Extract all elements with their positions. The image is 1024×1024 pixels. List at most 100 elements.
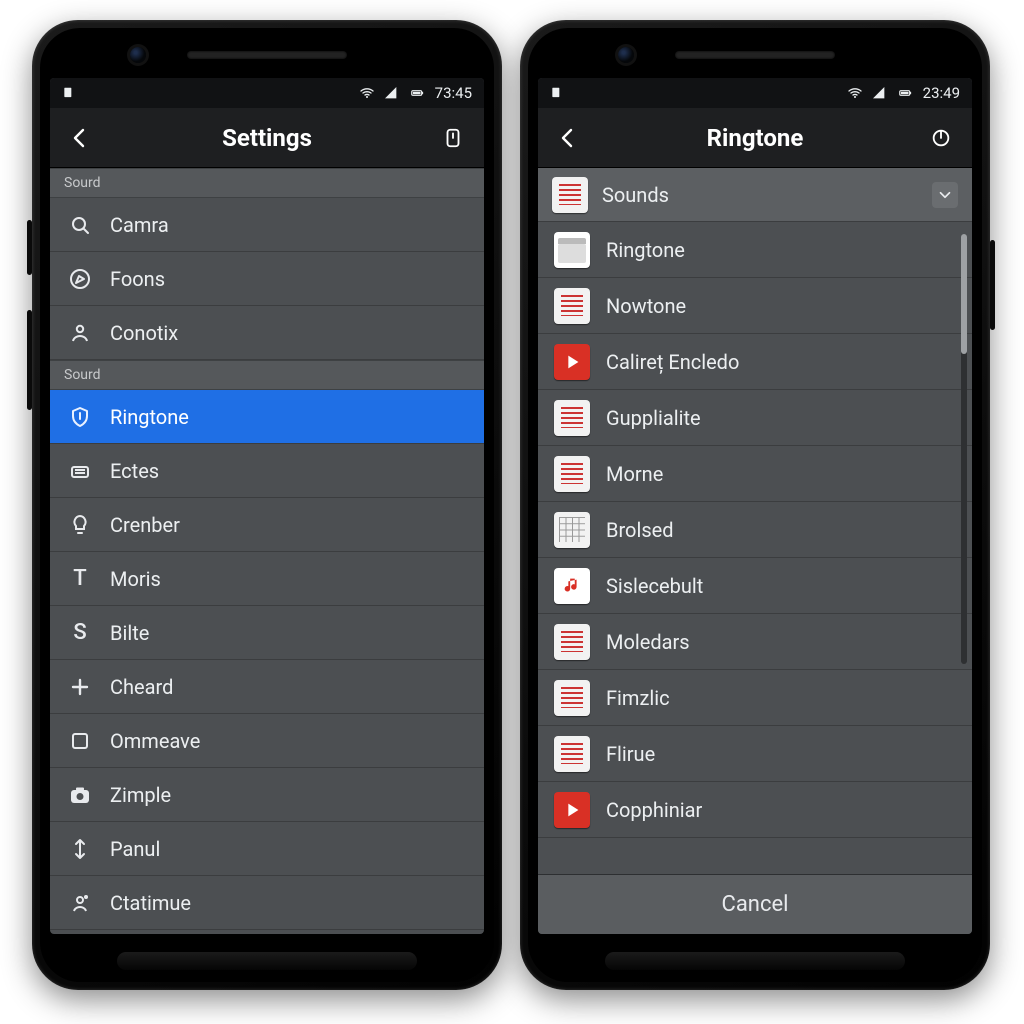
ringtone-item[interactable]: Morne: [538, 446, 972, 502]
settings-item-camra[interactable]: Camra: [50, 198, 484, 252]
section-header: Sourd: [50, 360, 484, 390]
ringtone-item-label: Copphiniar: [606, 798, 702, 822]
power-button[interactable]: [924, 121, 958, 155]
settings-item-label: Panul: [110, 837, 160, 861]
settings-item-label: Camra: [110, 213, 169, 237]
cancel-button[interactable]: Cancel: [538, 874, 972, 934]
scrollbar[interactable]: [961, 234, 967, 664]
back-button[interactable]: [552, 121, 586, 155]
ringtone-item[interactable]: Fimzlic: [538, 670, 972, 726]
settings-item-conotix[interactable]: Conotix: [50, 306, 484, 360]
ringtone-item-label: Morne: [606, 462, 663, 486]
folder-icon: [554, 232, 590, 268]
ringtone-item[interactable]: Sislecebult: [538, 558, 972, 614]
settings-item-ctatimue[interactable]: Ctatimue: [50, 876, 484, 930]
settings-item-moris[interactable]: T Moris: [50, 552, 484, 606]
settings-item-label: Ectes: [110, 459, 159, 483]
settings-item-label: Ctatimue: [110, 891, 191, 915]
app-bar: Ringtone: [538, 108, 972, 168]
settings-item-label: Cheard: [110, 675, 173, 699]
settings-item-ommeave[interactable]: Ommeave: [50, 714, 484, 768]
ringtone-item-label: Flirue: [606, 742, 655, 766]
signal-icon: [871, 85, 887, 101]
ringtone-item[interactable]: Moledars: [538, 614, 972, 670]
doc-icon: [554, 288, 590, 324]
status-note-icon: [62, 86, 76, 100]
play-icon: [554, 792, 590, 828]
phone-settings: 73:45 Settings Sourd Camra Foons Conotix: [32, 20, 502, 990]
page-title: Settings: [98, 124, 436, 152]
back-button[interactable]: [64, 121, 98, 155]
ringtone-item-label: Gupplialite: [606, 406, 701, 430]
status-bar: 23:49: [538, 78, 972, 108]
ringtone-list[interactable]: Ringtone Nowtone Calireț Encledo Gupplia…: [538, 222, 972, 874]
doc-icon: [554, 624, 590, 660]
music-icon: [554, 568, 590, 604]
status-note-icon: [550, 86, 564, 100]
shield-icon: [66, 403, 94, 431]
personpin-icon: [66, 889, 94, 917]
settings-item-label: Moris: [110, 567, 161, 591]
person-icon: [66, 319, 94, 347]
chevron-down-icon: [932, 182, 958, 208]
battery-icon: [895, 86, 915, 100]
wifi-icon: [847, 85, 863, 101]
section-header: Sourd: [50, 168, 484, 198]
page-title: Ringtone: [586, 124, 924, 152]
bulb-icon: [66, 511, 94, 539]
settings-item-crenber[interactable]: Crenber: [50, 498, 484, 552]
wifi-icon: [359, 85, 375, 101]
battery-icon: [407, 86, 427, 100]
settings-item-label: Bilte: [110, 621, 149, 645]
camera-icon: [66, 781, 94, 809]
ringtone-item[interactable]: Ringtone: [538, 222, 972, 278]
settings-list: Sourd Camra Foons Conotix Sourd Ringtone…: [50, 168, 484, 934]
phone-ringtone: 23:49 Ringtone Sounds Ringtone: [520, 20, 990, 990]
sounds-label: Sounds: [602, 183, 918, 207]
settings-item-panul[interactable]: Panul: [50, 822, 484, 876]
share-button[interactable]: [436, 121, 470, 155]
glyph-icon: S: [66, 620, 94, 645]
signal-icon: [383, 85, 399, 101]
search-icon: [66, 211, 94, 239]
settings-item-label: Zimple: [110, 783, 171, 807]
sounds-dropdown[interactable]: Sounds: [538, 168, 972, 222]
settings-item-label: Ommeave: [110, 729, 200, 753]
app-bar: Settings: [50, 108, 484, 168]
settings-item-ringtone[interactable]: Ringtone: [50, 390, 484, 444]
ringtone-item-label: Brolsed: [606, 518, 674, 542]
ringtone-item[interactable]: Copphiniar: [538, 782, 972, 838]
ringtone-item[interactable]: Brolsed: [538, 502, 972, 558]
ringtone-item-label: Moledars: [606, 630, 690, 654]
ringtone-item[interactable]: Calireț Encledo: [538, 334, 972, 390]
doc-icon: [554, 736, 590, 772]
ringtone-item-label: Nowtone: [606, 294, 686, 318]
settings-item-cheard[interactable]: Cheard: [50, 660, 484, 714]
ringtone-item[interactable]: Gupplialite: [538, 390, 972, 446]
doc-icon: [554, 400, 590, 436]
grid-icon: [554, 512, 590, 548]
compass-icon: [66, 265, 94, 293]
bars-icon: [66, 457, 94, 485]
status-time: 73:45: [435, 84, 472, 102]
settings-item-label: Conotix: [110, 321, 178, 345]
updown-icon: [66, 835, 94, 863]
status-bar: 73:45: [50, 78, 484, 108]
ringtone-item-label: Sislecebult: [606, 574, 703, 598]
settings-item-zimple[interactable]: Zimple: [50, 768, 484, 822]
square-icon: [66, 727, 94, 755]
settings-item-foons[interactable]: Foons: [50, 252, 484, 306]
doc-icon: [554, 456, 590, 492]
settings-item-ectes[interactable]: Ectes: [50, 444, 484, 498]
settings-item-label: Foons: [110, 267, 165, 291]
ringtone-item-label: Fimzlic: [606, 686, 670, 710]
cancel-label: Cancel: [722, 892, 789, 917]
settings-item-bilte[interactable]: S Bilte: [50, 606, 484, 660]
ringtone-item-label: Ringtone: [606, 238, 685, 262]
settings-item-label: Ringtone: [110, 405, 189, 429]
ringtone-item[interactable]: Flirue: [538, 726, 972, 782]
ringtone-item[interactable]: Nowtone: [538, 278, 972, 334]
plus-icon: [66, 673, 94, 701]
settings-item-label: Crenber: [110, 513, 180, 537]
status-time: 23:49: [923, 84, 960, 102]
